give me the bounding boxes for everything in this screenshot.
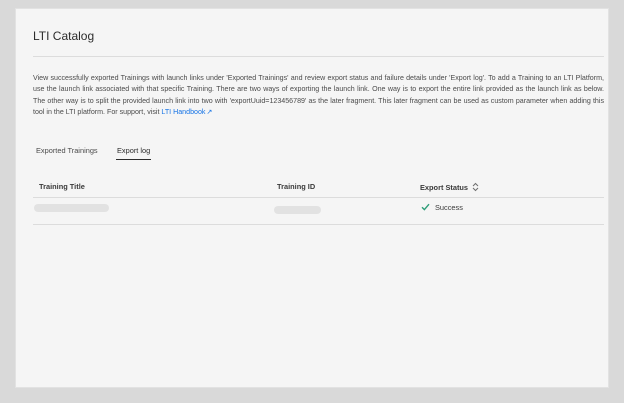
column-header-training-id: Training ID (277, 182, 316, 191)
lti-catalog-panel: LTI Catalog View successfully exported T… (15, 8, 609, 388)
table-header: Training Title Training ID Export Status (33, 177, 604, 198)
page-title: LTI Catalog (33, 29, 95, 43)
sort-icon[interactable] (472, 182, 479, 194)
description: View successfully exported Trainings wit… (33, 73, 604, 119)
column-header-export-status[interactable]: Export Status (420, 182, 479, 194)
export-log-table: Training Title Training ID Export Status (33, 177, 604, 225)
title-divider (33, 56, 604, 57)
table-row: Success (33, 198, 604, 225)
tab-exported-trainings[interactable]: Exported Trainings (36, 145, 98, 159)
export-status-cell: Success (421, 203, 463, 213)
lti-handbook-link[interactable]: LTI Handbook↗ (161, 108, 212, 116)
lti-handbook-link-label: LTI Handbook (161, 108, 206, 117)
column-header-export-status-label: Export Status (420, 182, 469, 192)
tab-export-log[interactable]: Export log (116, 145, 152, 160)
column-header-training-title: Training Title (39, 182, 85, 191)
description-text: View successfully exported Trainings wit… (33, 74, 604, 117)
export-status-text: Success (435, 203, 463, 212)
external-link-icon: ↗ (206, 109, 213, 117)
check-icon (421, 203, 430, 213)
training-id-placeholder (274, 206, 321, 214)
training-title-placeholder (34, 204, 109, 212)
